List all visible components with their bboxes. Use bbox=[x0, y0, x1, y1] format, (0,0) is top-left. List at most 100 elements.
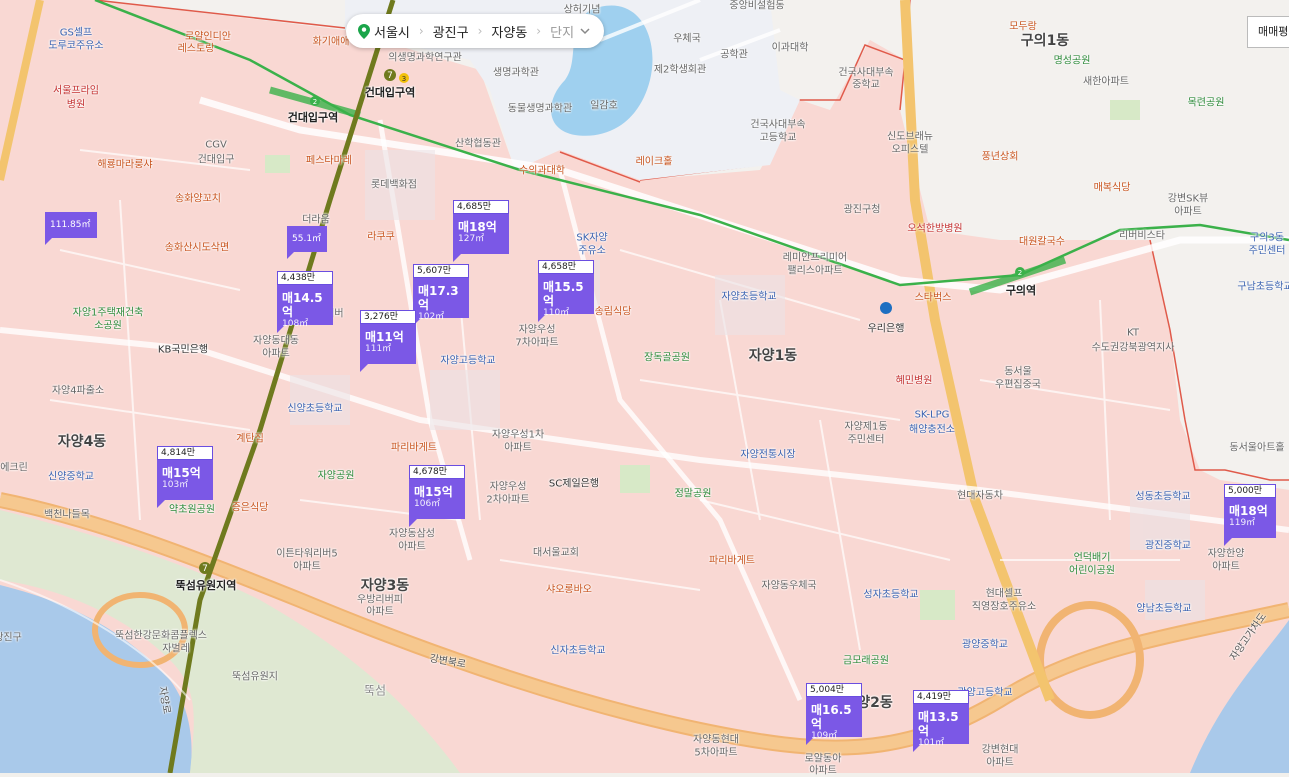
poi-label[interactable]: 구남초등학교 bbox=[1237, 278, 1289, 293]
poi-label[interactable]: 병원 bbox=[67, 96, 85, 111]
poi-label[interactable]: CGV bbox=[205, 140, 227, 151]
poi-label[interactable]: 신양중학교 bbox=[48, 468, 94, 483]
poi-label[interactable]: 우체국 bbox=[673, 30, 701, 45]
poi-label[interactable]: 아파트 bbox=[809, 762, 837, 777]
poi-label[interactable]: 직영장호주유소 bbox=[972, 598, 1036, 613]
poi-label[interactable]: 이과대학 bbox=[772, 39, 809, 54]
price-marker[interactable]: 4,678만 매15억 106㎡ bbox=[409, 465, 465, 527]
poi-label[interactable]: 뚝섬한강문화콤플렉스 bbox=[115, 627, 207, 642]
poi-label[interactable]: 해룡마라룽샤 bbox=[97, 156, 152, 171]
poi-label[interactable]: 에크린 bbox=[0, 459, 28, 474]
poi-label[interactable]: 자양초등학교 bbox=[721, 288, 776, 303]
poi-label[interactable]: 백천나들목 bbox=[44, 506, 90, 521]
poi-label[interactable]: 계탄집 bbox=[236, 430, 264, 445]
poi-label[interactable]: 롯데백화점 bbox=[371, 176, 417, 191]
poi-label[interactable]: 건대입구 bbox=[198, 151, 235, 166]
poi-label[interactable]: 아파트 bbox=[366, 603, 394, 618]
poi-label[interactable]: 자양4파출소 bbox=[52, 382, 104, 397]
breadcrumb-complex[interactable]: 단지 bbox=[550, 22, 590, 41]
price-per-area-toggle[interactable]: 매매평당 bbox=[1247, 16, 1289, 48]
poi-label[interactable]: 소공원 bbox=[94, 317, 122, 332]
poi-label[interactable]: 중앙비설험동 bbox=[729, 0, 784, 12]
poi-label[interactable]: 2차아파트 bbox=[486, 491, 529, 506]
poi-label[interactable]: 신양초등학교 bbox=[287, 400, 342, 415]
poi-label[interactable]: 증은식당 bbox=[232, 499, 269, 514]
poi-label[interactable]: 우편집중국 bbox=[995, 376, 1041, 391]
poi-label[interactable]: 동물생명과학관 bbox=[508, 100, 572, 115]
poi-label[interactable]: 목련공원 bbox=[1188, 94, 1225, 109]
poi-label[interactable]: SK-LPG bbox=[915, 410, 950, 421]
poi-label[interactable]: 송화산시도삭면 bbox=[165, 239, 229, 254]
poi-label[interactable]: 광진중학교 bbox=[1145, 537, 1191, 552]
price-marker[interactable]: 4,814만 매15억 103㎡ bbox=[157, 446, 213, 508]
poi-label[interactable]: 자양동우체국 bbox=[761, 577, 816, 592]
poi-label[interactable]: 생명과학관 bbox=[493, 64, 539, 79]
poi-label[interactable]: 파리바게트 bbox=[391, 439, 437, 454]
poi-label[interactable]: 일감호 bbox=[590, 97, 618, 112]
poi-label[interactable]: 혜민병원 bbox=[896, 372, 933, 387]
poi-label[interactable]: 뚝섬유원지 bbox=[232, 668, 278, 683]
poi-label[interactable]: 양남초등학교 bbox=[1136, 600, 1191, 615]
poi-label[interactable]: 동서울아트홀 bbox=[1229, 439, 1284, 454]
map-canvas[interactable] bbox=[0, 0, 1289, 773]
poi-label[interactable]: 산학협동관 bbox=[455, 135, 501, 150]
poi-label[interactable]: 주민센터 bbox=[1249, 242, 1286, 257]
poi-label[interactable]: 정말공원 bbox=[675, 485, 712, 500]
breadcrumb-city[interactable]: 서울시 bbox=[358, 22, 410, 41]
poi-label[interactable]: 자양고등학교 bbox=[440, 352, 495, 367]
poi-label[interactable]: 주유소 bbox=[578, 242, 606, 257]
poi-label[interactable]: 성동초등학교 bbox=[1135, 488, 1190, 503]
poi-label[interactable]: 아파트 bbox=[504, 439, 532, 454]
poi-label[interactable]: 아파트 bbox=[293, 558, 321, 573]
poi-label[interactable]: 자양전통시장 bbox=[740, 446, 795, 461]
poi-label[interactable]: 더라움 bbox=[302, 211, 330, 226]
poi-label[interactable]: 어린이공원 bbox=[1069, 562, 1115, 577]
poi-label[interactable]: KB국민은행 bbox=[158, 341, 208, 356]
breadcrumb-dong[interactable]: 자양동 bbox=[491, 22, 527, 41]
poi-label[interactable]: 오석한방병원 bbox=[907, 220, 962, 235]
poi-label[interactable]: 자벌레 bbox=[162, 640, 190, 655]
poi-label[interactable]: 풍년상회 bbox=[982, 148, 1019, 163]
poi-label[interactable]: 송화양꼬치 bbox=[175, 190, 221, 205]
poi-label[interactable]: 서울프라임 bbox=[53, 82, 99, 97]
poi-label[interactable]: 자양공원 bbox=[318, 467, 355, 482]
poi-label[interactable]: SC제일은행 bbox=[549, 475, 599, 490]
poi-label[interactable]: 아파트 bbox=[1174, 203, 1202, 218]
poi-label[interactable]: 주민센터 bbox=[848, 431, 885, 446]
poi-label[interactable]: 대원칼국수 bbox=[1019, 233, 1065, 248]
area-marker[interactable]: 111.85㎡ bbox=[45, 212, 97, 245]
poi-label[interactable]: 해양충전소 bbox=[909, 421, 955, 436]
poi-label[interactable]: 아파트 bbox=[262, 345, 290, 360]
poi-label[interactable]: 우리은행 bbox=[868, 320, 905, 335]
poi-label[interactable]: 송림식당 bbox=[595, 303, 632, 318]
poi-label[interactable]: 광진구 bbox=[0, 629, 22, 644]
poi-label[interactable]: 광진구청 bbox=[844, 201, 881, 216]
poi-label[interactable]: 파리바게트 bbox=[709, 552, 755, 567]
poi-label[interactable]: 오피스텔 bbox=[892, 141, 929, 156]
poi-label[interactable]: 모두랑 bbox=[1009, 18, 1037, 33]
poi-label[interactable]: 고등학교 bbox=[760, 129, 797, 144]
poi-label[interactable]: 신자초등학교 bbox=[550, 642, 605, 657]
poi-label[interactable]: 샤오롱바오 bbox=[546, 581, 592, 596]
poi-label[interactable]: 화기애애 bbox=[313, 33, 350, 48]
poi-label[interactable]: 아파트 bbox=[1212, 558, 1240, 573]
price-marker[interactable]: 4,658만 매15.5억 110㎡ bbox=[538, 260, 594, 322]
poi-label[interactable]: 페스타마레 bbox=[306, 152, 352, 167]
poi-label[interactable]: 스타벅스 bbox=[915, 289, 952, 304]
poi-label[interactable]: 장독골공원 bbox=[644, 349, 690, 364]
poi-label[interactable]: 도루코주유소 bbox=[48, 37, 103, 52]
price-marker[interactable]: 5,004만 매16.5억 109㎡ bbox=[806, 683, 862, 745]
poi-label[interactable]: KT bbox=[1127, 328, 1139, 339]
price-marker[interactable]: 4,438만 매14.5억 108㎡ bbox=[277, 271, 333, 333]
poi-label[interactable]: 팰리스아파트 bbox=[787, 262, 842, 277]
poi-label[interactable]: 수도권강북광역지사 bbox=[1092, 339, 1175, 354]
poi-label[interactable]: 명성공원 bbox=[1054, 52, 1091, 67]
area-marker[interactable]: 55.1㎡ bbox=[287, 226, 328, 259]
poi-label[interactable]: 수의과대학 bbox=[519, 162, 565, 177]
poi-label[interactable]: 중학교 bbox=[852, 76, 880, 91]
poi-label[interactable]: 의생명과학연구관 bbox=[388, 49, 462, 64]
poi-label[interactable]: 제2학생회관 bbox=[654, 61, 706, 76]
poi-label[interactable]: 레이크홀 bbox=[636, 153, 673, 168]
price-marker[interactable]: 4,685만 매18억 127㎡ bbox=[453, 200, 509, 262]
poi-label[interactable]: 라쿠쿠 bbox=[367, 228, 395, 243]
